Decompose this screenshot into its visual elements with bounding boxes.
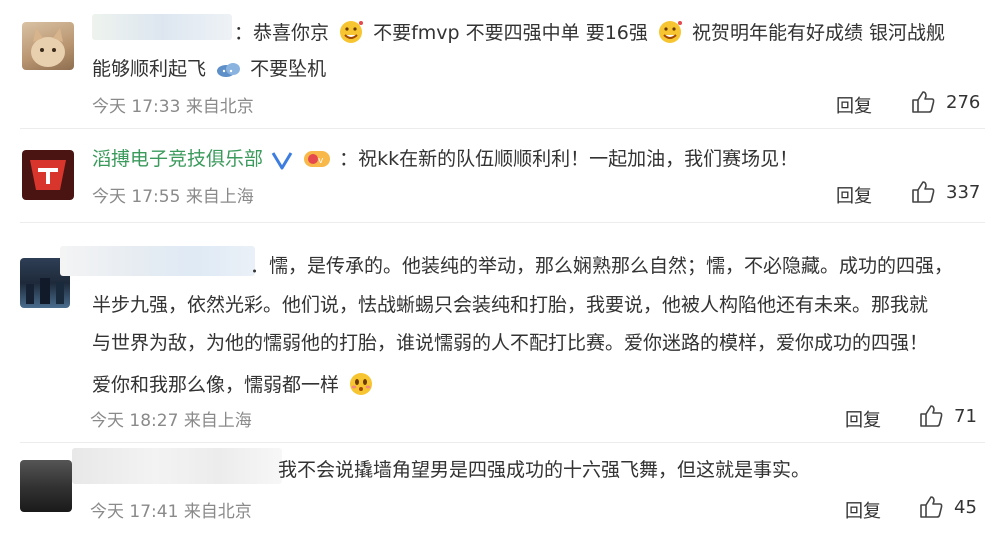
blurred-username	[92, 14, 232, 40]
club-logo-icon	[30, 160, 66, 190]
comment-meta: 今天 17:55 来自上海	[92, 182, 254, 207]
like-button[interactable]: 276	[910, 90, 980, 114]
cloud-emoji-icon	[214, 58, 242, 85]
cat-avatar-icon	[31, 28, 65, 67]
blurred-username	[72, 448, 282, 484]
thumbs-up-icon	[920, 496, 943, 518]
like-count: 276	[946, 91, 981, 113]
comment-text-line: 我不会说撬墙角望男是四强成功的十六强飞舞，但这就是事实。	[278, 459, 811, 481]
avatar[interactable]	[22, 150, 74, 200]
divider	[20, 222, 985, 223]
reply-button[interactable]: 回复	[845, 497, 881, 523]
comment-text-line: 半步九强，依然光彩。他们说，怯战蜥蜴只会装纯和打胎，我要说，他被人构陷他还有未来…	[92, 294, 929, 316]
divider	[20, 128, 985, 129]
laugh-emoji-icon	[656, 18, 684, 49]
shy-emoji-icon	[347, 370, 375, 401]
comment-text-line: 滔搏电子竞技俱乐部 v ：祝kk在新的队伍顺顺利利！一起加油，我们赛场见！	[92, 148, 798, 175]
divider	[20, 442, 985, 443]
timestamp: 今天 17:41	[90, 502, 179, 522]
like-button[interactable]: 45	[918, 495, 977, 519]
like-button[interactable]: 337	[910, 180, 980, 204]
location: 来自上海	[185, 187, 254, 207]
thumbs-up-icon	[912, 181, 935, 203]
username[interactable]: 滔搏电子竞技俱乐部	[92, 148, 263, 170]
comment-meta: 今天 18:27 来自上海	[90, 406, 252, 431]
timestamp: 今天 17:55	[92, 187, 181, 207]
like-count: 337	[946, 181, 981, 203]
reply-button[interactable]: 回复	[845, 406, 881, 432]
comment-text-line: ．懦，是传承的。他装纯的举动，那么娴熟那么自然；懦，不必隐藏。成功的四强，	[250, 255, 954, 277]
timestamp: 今天 17:33	[92, 97, 181, 117]
comment-text-line: 爱你和我那么像，懦弱都一样	[92, 370, 377, 401]
comment-meta: 今天 17:33 来自北京	[92, 92, 254, 117]
thumbs-up-icon	[912, 91, 935, 113]
thumbs-up-icon	[920, 405, 943, 427]
comment-text-line: 能够顺利起飞 不要坠机	[92, 58, 326, 85]
reply-button[interactable]: 回复	[836, 182, 872, 208]
vip-badge-icon: v	[303, 148, 331, 175]
reply-button[interactable]: 回复	[836, 92, 872, 118]
laugh-emoji-icon	[337, 18, 365, 49]
location: 来自北京	[183, 502, 252, 522]
blurred-username	[60, 246, 255, 276]
avatar[interactable]	[22, 22, 74, 70]
comment-text-line: 与世界为敌，为他的懦弱他的打胎，谁说懦弱的人不配打比赛。爱你迷路的模样，爱你成功…	[92, 332, 929, 354]
location: 来自上海	[183, 411, 252, 431]
verified-badge-icon	[271, 150, 293, 175]
location: 来自北京	[185, 97, 254, 117]
comment-text-line: ：恭喜你京 不要fmvp 不要四强中单 要16强 祝贺明年能有好成绩 银河战舰	[234, 18, 945, 49]
comment-meta: 今天 17:41 来自北京	[90, 497, 252, 522]
svg-text:v: v	[318, 156, 324, 166]
like-count: 71	[954, 405, 977, 427]
like-count: 45	[954, 496, 977, 518]
like-button[interactable]: 71	[918, 404, 977, 428]
timestamp: 今天 18:27	[90, 411, 179, 431]
avatar[interactable]	[20, 460, 72, 512]
